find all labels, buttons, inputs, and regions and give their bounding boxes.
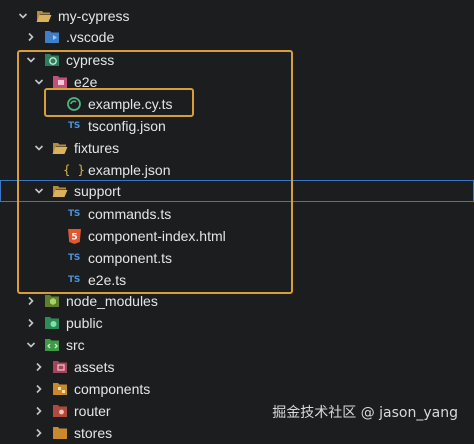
chevron-down-icon[interactable]	[32, 184, 46, 198]
typescript-icon: TS	[67, 209, 81, 219]
tsconfig-icon: TS	[67, 121, 81, 131]
chevron-right-icon[interactable]	[24, 294, 38, 308]
tree-item-label: fixtures	[74, 140, 120, 156]
test-folder-icon	[52, 74, 68, 90]
tree-item-my-cypress[interactable]: my-cypress	[0, 5, 474, 27]
node-modules-folder-icon	[44, 293, 60, 309]
chevron-down-icon[interactable]	[24, 338, 38, 352]
tree-item-fixtures[interactable]: fixtures	[0, 137, 474, 159]
tree-item-label: stores	[74, 425, 113, 441]
src-folder-icon	[44, 337, 60, 353]
tree-item-e2e[interactable]: e2e	[0, 71, 474, 93]
tree-item-label: component.ts	[88, 250, 173, 266]
vscode-folder-icon	[44, 29, 60, 45]
folder-open-icon	[52, 183, 68, 199]
components-folder-icon	[52, 381, 68, 397]
public-folder-icon	[44, 315, 60, 331]
tree-item-e2e-ts[interactable]: TS e2e.ts	[0, 269, 474, 291]
tree-item-label: router	[74, 403, 111, 419]
tree-item-label: components	[74, 381, 151, 397]
tree-item-components[interactable]: components	[0, 378, 474, 400]
tree-item-example-json[interactable]: { } example.json	[0, 159, 474, 181]
tree-item-assets[interactable]: assets	[0, 356, 474, 378]
tree-item-tsconfig-json[interactable]: TS tsconfig.json	[0, 115, 474, 137]
tree-item-public[interactable]: public	[0, 312, 474, 334]
chevron-down-icon[interactable]	[24, 53, 38, 67]
tree-item-label: src	[66, 337, 85, 353]
chevron-down-icon[interactable]	[32, 75, 46, 89]
cypress-folder-icon	[44, 52, 60, 68]
typescript-icon: TS	[67, 253, 81, 263]
html5-icon: 5	[66, 228, 82, 244]
tree-item-label: component-index.html	[88, 228, 226, 244]
assets-folder-icon	[52, 359, 68, 375]
tree-item-label: e2e	[74, 74, 98, 90]
cypress-file-icon	[66, 96, 82, 112]
tree-item-label: example.json	[88, 162, 171, 178]
router-folder-icon	[52, 403, 68, 419]
json-icon: { }	[63, 163, 85, 177]
folder-open-icon	[52, 140, 68, 156]
chevron-right-icon[interactable]	[24, 316, 38, 330]
stores-folder-icon	[52, 425, 68, 441]
tree-item-component-index-html[interactable]: 5 component-index.html	[0, 225, 474, 247]
chevron-right-icon[interactable]	[32, 426, 46, 440]
tree-item-label: tsconfig.json	[88, 118, 166, 134]
chevron-down-icon[interactable]	[16, 9, 30, 23]
tree-item-label: assets	[74, 359, 115, 375]
tree-item-component-ts[interactable]: TS component.ts	[0, 247, 474, 269]
file-explorer-tree: my-cypress .vscode cypress e2e example.c…	[0, 0, 474, 441]
tree-item-label: example.cy.ts	[88, 96, 173, 112]
chevron-right-icon[interactable]	[32, 360, 46, 374]
tree-item-label: cypress	[66, 52, 115, 68]
tree-item-vscode[interactable]: .vscode	[0, 26, 474, 48]
tree-item-cypress[interactable]: cypress	[0, 49, 474, 71]
chevron-right-icon[interactable]	[24, 30, 38, 44]
folder-open-icon	[36, 8, 52, 24]
tree-item-label: .vscode	[66, 29, 115, 45]
tree-item-label: node_modules	[66, 293, 158, 309]
tree-item-label: support	[74, 183, 121, 199]
chevron-down-icon[interactable]	[32, 141, 46, 155]
svg-text:5: 5	[71, 232, 77, 242]
tree-item-example-cy-ts[interactable]: example.cy.ts	[0, 93, 474, 115]
tree-item-support[interactable]: support	[0, 180, 474, 202]
tree-item-stores[interactable]: stores	[0, 422, 474, 444]
tree-item-src[interactable]: src	[0, 334, 474, 356]
chevron-right-icon[interactable]	[32, 382, 46, 396]
typescript-icon: TS	[67, 275, 81, 285]
tree-item-commands-ts[interactable]: TS commands.ts	[0, 203, 474, 225]
tree-item-label: e2e.ts	[88, 272, 127, 288]
tree-item-label: commands.ts	[88, 206, 172, 222]
tree-item-label: my-cypress	[58, 8, 130, 24]
tree-item-label: public	[66, 315, 103, 331]
tree-item-node-modules[interactable]: node_modules	[0, 290, 474, 312]
watermark: 掘金技术社区 @ jason_yang	[272, 405, 458, 421]
chevron-right-icon[interactable]	[32, 404, 46, 418]
